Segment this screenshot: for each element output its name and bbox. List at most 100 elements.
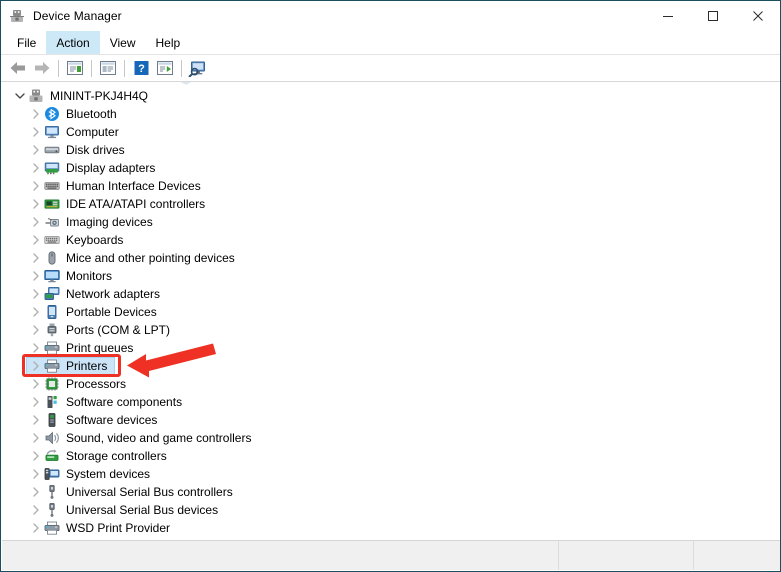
collapsed-chevron-icon[interactable] [28, 501, 44, 519]
forward-button[interactable] [30, 57, 54, 79]
collapsed-chevron-icon[interactable] [28, 321, 44, 339]
collapsed-chevron-icon[interactable] [28, 285, 44, 303]
tree-item[interactable]: Portable Devices [2, 303, 780, 321]
tree-item[interactable]: Network adapters [2, 285, 780, 303]
back-button[interactable] [6, 57, 30, 79]
minimize-button[interactable] [645, 1, 690, 31]
menu-item-file[interactable]: File [7, 31, 46, 54]
sound-controller-icon [44, 430, 60, 446]
tree-item[interactable]: Display adapters [2, 159, 780, 177]
tree-item[interactable]: Printers [2, 357, 780, 375]
tree-item[interactable]: Computer [2, 123, 780, 141]
update-driver-button[interactable] [153, 57, 177, 79]
mouse-icon [44, 250, 60, 266]
help-question-icon: ? [133, 60, 150, 76]
usb-device-icon [44, 502, 60, 518]
help-button[interactable]: ? [129, 57, 153, 79]
tree-item-label: Display adapters [66, 161, 156, 175]
usb-controller-icon [44, 484, 60, 500]
collapsed-chevron-icon[interactable] [28, 195, 44, 213]
tree-item-label: Universal Serial Bus controllers [66, 485, 233, 499]
tree-item[interactable]: Monitors [2, 267, 780, 285]
console-window-icon [99, 60, 117, 76]
menu-item-view[interactable]: View [100, 31, 146, 54]
close-button[interactable] [735, 1, 780, 31]
menu-item-action[interactable]: Action [46, 31, 100, 54]
tree-item[interactable]: Imaging devices [2, 213, 780, 231]
menu-item-help[interactable]: Help [146, 31, 191, 54]
expanded-chevron-icon[interactable] [12, 87, 28, 105]
forward-arrow-icon [33, 60, 51, 76]
tree-item-label: Imaging devices [66, 215, 153, 229]
collapsed-chevron-icon[interactable] [28, 483, 44, 501]
display-adapter-icon [44, 160, 60, 176]
properties-button[interactable] [63, 57, 87, 79]
device-tree: MININT-PKJ4H4Q Bluetooth Computer Disk driv… [2, 82, 780, 537]
collapsed-chevron-icon[interactable] [28, 105, 44, 123]
tree-item[interactable]: Universal Serial Bus devices [2, 501, 780, 519]
collapsed-chevron-icon[interactable] [28, 339, 44, 357]
system-device-icon [44, 466, 60, 482]
tree-item-label: Network adapters [66, 287, 161, 301]
tree-item-label: Monitors [66, 269, 113, 283]
collapsed-chevron-icon[interactable] [28, 429, 44, 447]
tree-item[interactable]: Processors [2, 375, 780, 393]
tree-item[interactable]: Storage controllers [2, 447, 780, 465]
status-pane-main [2, 541, 559, 570]
collapsed-chevron-icon[interactable] [28, 465, 44, 483]
collapsed-chevron-icon[interactable] [28, 375, 44, 393]
tree-item-label: Keyboards [66, 233, 124, 247]
collapsed-chevron-icon[interactable] [28, 519, 44, 537]
printer-icon [44, 358, 60, 374]
tree-item-label: System devices [66, 467, 151, 481]
collapsed-chevron-icon[interactable] [28, 249, 44, 267]
tree-item[interactable]: IDE ATA/ATAPI controllers [2, 195, 780, 213]
monitor-icon [44, 268, 60, 284]
tree-item[interactable]: Ports (COM & LPT) [2, 321, 780, 339]
keyboard-icon [44, 232, 60, 248]
portable-device-icon [44, 304, 60, 320]
tree-item[interactable]: Software components [2, 393, 780, 411]
device-manager-icon [9, 8, 25, 24]
collapsed-chevron-icon[interactable] [28, 213, 44, 231]
collapsed-chevron-icon[interactable] [28, 231, 44, 249]
collapsed-chevron-icon[interactable] [28, 393, 44, 411]
tree-item[interactable]: Print queues [2, 339, 780, 357]
bluetooth-icon [44, 106, 60, 122]
tree-item-label: MININT-PKJ4H4Q [50, 89, 149, 103]
tree-item[interactable]: Human Interface Devices [2, 177, 780, 195]
collapsed-chevron-icon[interactable] [28, 141, 44, 159]
tree-item[interactable]: Disk drives [2, 141, 780, 159]
show-hide-console-tree-button[interactable] [96, 57, 120, 79]
collapsed-chevron-icon[interactable] [28, 177, 44, 195]
collapsed-chevron-icon[interactable] [28, 357, 44, 375]
tree-root-node[interactable]: MININT-PKJ4H4Q [2, 87, 780, 105]
tree-item[interactable]: Mice and other pointing devices [2, 249, 780, 267]
collapsed-chevron-icon[interactable] [28, 411, 44, 429]
tree-item[interactable]: Bluetooth [2, 105, 780, 123]
toolbar: ? [1, 55, 780, 82]
tree-item-label: Processors [66, 377, 127, 391]
collapsed-chevron-icon[interactable] [28, 159, 44, 177]
collapsed-chevron-icon[interactable] [28, 447, 44, 465]
toolbar-separator-4 [181, 59, 182, 77]
print-queue-icon [44, 340, 60, 356]
tree-item[interactable]: Universal Serial Bus controllers [2, 483, 780, 501]
maximize-button[interactable] [690, 1, 735, 31]
tree-item-label: Software components [66, 395, 183, 409]
status-pane-secondary [559, 541, 694, 570]
tree-item[interactable]: Sound, video and game controllers [2, 429, 780, 447]
collapsed-chevron-icon[interactable] [28, 123, 44, 141]
storage-controller-icon [44, 448, 60, 464]
collapsed-chevron-icon[interactable] [28, 267, 44, 285]
tree-item[interactable]: Software devices [2, 411, 780, 429]
port-icon [44, 322, 60, 338]
tree-item[interactable]: WSD Print Provider [2, 519, 780, 537]
tree-item[interactable]: Keyboards [2, 231, 780, 249]
tree-item[interactable]: System devices [2, 465, 780, 483]
scan-for-hardware-changes-button[interactable] [186, 57, 210, 79]
device-tree-pane[interactable]: MININT-PKJ4H4Q Bluetooth Computer Disk driv… [2, 81, 780, 541]
scan-monitor-icon [188, 60, 208, 77]
network-adapter-icon [44, 286, 60, 302]
collapsed-chevron-icon[interactable] [28, 303, 44, 321]
